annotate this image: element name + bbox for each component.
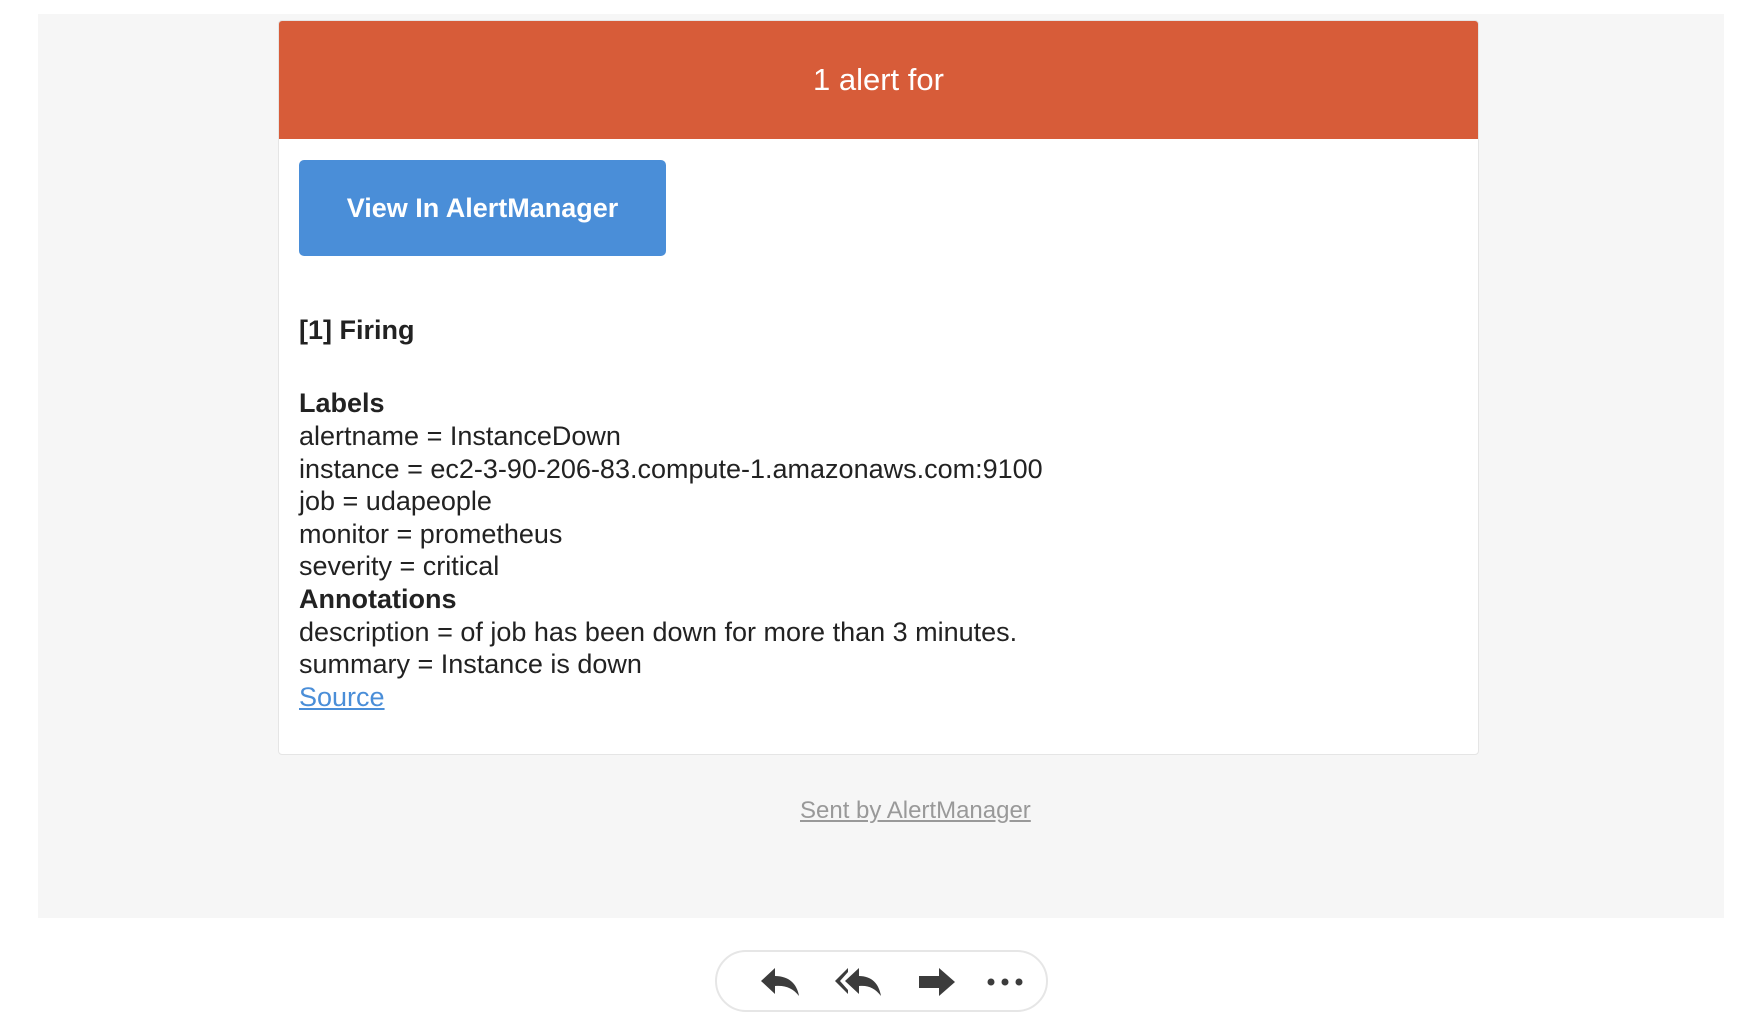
sent-by-alertmanager-link[interactable]: Sent by AlertManager (800, 797, 1040, 825)
annotation-line: summary = Instance is down (299, 649, 642, 679)
forward-button[interactable] (911, 962, 963, 1002)
label-line: instance = ec2-3-90-206-83.compute-1.ama… (299, 453, 1043, 484)
reply-button[interactable] (755, 962, 807, 1002)
labels-section: Labels alertname = InstanceDown instance… (299, 387, 1043, 583)
label-line: severity = critical (299, 551, 500, 581)
more-button[interactable] (979, 962, 1031, 1002)
label-line: job = udapeople (299, 486, 492, 516)
reply-icon (761, 968, 799, 996)
label-line: monitor = prometheus (299, 518, 563, 549)
reply-all-button[interactable] (833, 962, 885, 1002)
email-viewer: 1 alert for View In AlertManager [1] Fir… (0, 0, 1744, 1028)
firing-title: [1] Firing (299, 315, 415, 345)
labels-heading: Labels (299, 388, 385, 418)
alert-content: [1] Firing Labels alertname = InstanceDo… (299, 313, 1043, 713)
message-action-bar (715, 950, 1048, 1012)
annotations-section: Annotations description = of job has bee… (299, 583, 1043, 681)
more-icon (987, 978, 1023, 986)
view-in-alertmanager-button[interactable]: View In AlertManager (299, 160, 666, 256)
annotations-heading: Annotations (299, 583, 457, 614)
label-line: alertname = InstanceDown (299, 421, 621, 451)
reply-all-icon (835, 968, 881, 996)
source-link[interactable]: Source (299, 681, 385, 713)
alert-header: 1 alert for (279, 21, 1478, 139)
annotation-line: description = of job has been down for m… (299, 616, 1018, 647)
forward-icon (919, 968, 955, 996)
alert-card: 1 alert for View In AlertManager [1] Fir… (278, 20, 1479, 755)
